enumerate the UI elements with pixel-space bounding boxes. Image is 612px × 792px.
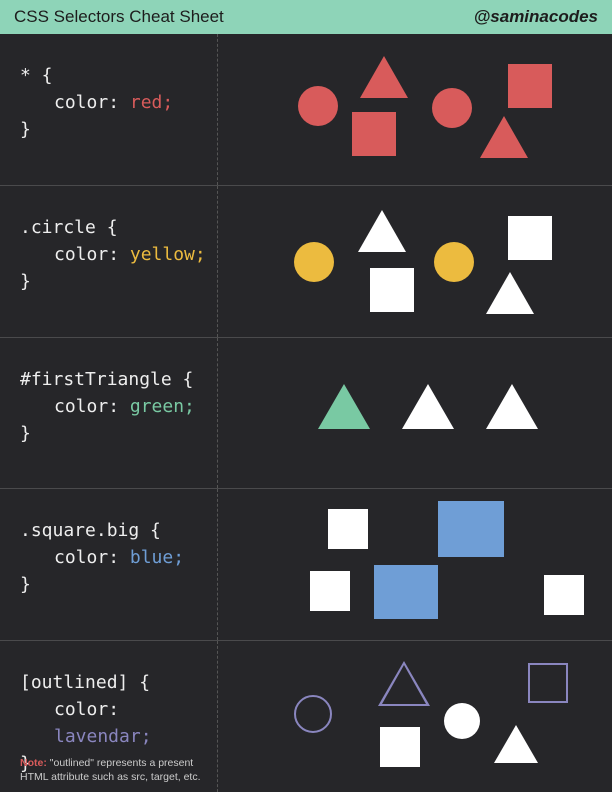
triangle-outlined-icon: [378, 661, 430, 706]
note-label: Note:: [20, 757, 47, 769]
code-universal: * { color: red; }: [0, 34, 218, 185]
prop: color: [54, 92, 108, 113]
square-icon: [380, 727, 420, 767]
row-universal: * { color: red; }: [0, 34, 612, 185]
close-brace: }: [20, 574, 31, 595]
shapes-class: [218, 186, 612, 337]
header: CSS Selectors Cheat Sheet @saminacodes: [0, 0, 612, 34]
square-icon: [508, 216, 552, 260]
selector-line: .circle {: [20, 217, 118, 238]
triangle-icon: [358, 210, 406, 252]
row-class: .circle { color: yellow; }: [0, 185, 612, 337]
square-icon: [544, 575, 584, 615]
value: blue;: [130, 547, 184, 568]
triangle-icon: [486, 384, 538, 429]
code-compound: .square.big { color: blue; }: [0, 489, 218, 640]
row-id: #firstTriangle { color: green; }: [0, 337, 612, 489]
circle-icon: [298, 86, 338, 126]
code-id: #firstTriangle { color: green; }: [0, 338, 218, 489]
author-handle: @saminacodes: [474, 7, 598, 27]
triangle-icon: [486, 272, 534, 314]
circle-outlined-icon: [294, 695, 332, 733]
selector-line: * {: [20, 65, 53, 86]
page-title: CSS Selectors Cheat Sheet: [14, 7, 224, 27]
value: lavendar;: [54, 726, 152, 747]
shapes-compound: [218, 489, 612, 640]
circle-icon: [294, 242, 334, 282]
note: Note: "outlined" represents a present HT…: [20, 756, 205, 784]
triangle-icon: [494, 725, 538, 763]
shapes-id: [218, 338, 612, 489]
shapes-attribute: [218, 641, 612, 792]
square-icon: [352, 112, 396, 156]
square-big-icon: [438, 501, 504, 557]
shapes-universal: [218, 34, 612, 185]
square-icon: [508, 64, 552, 108]
square-icon: [370, 268, 414, 312]
triangle-icon: [360, 56, 408, 98]
close-brace: }: [20, 271, 31, 292]
square-big-icon: [374, 565, 438, 619]
code-class: .circle { color: yellow; }: [0, 186, 218, 337]
row-compound: .square.big { color: blue; }: [0, 488, 612, 640]
row-attribute: [outlined] { color: lavendar; } Note: "o…: [0, 640, 612, 792]
prop: color: [54, 699, 108, 720]
prop: color: [54, 396, 108, 417]
circle-icon: [444, 703, 480, 739]
prop: color: [54, 244, 108, 265]
square-icon: [328, 509, 368, 549]
triangle-icon: [318, 384, 370, 429]
circle-icon: [434, 242, 474, 282]
close-brace: }: [20, 119, 31, 140]
selector-line: [outlined] {: [20, 672, 150, 693]
note-text: "outlined" represents a present HTML att…: [20, 757, 201, 783]
square-outlined-icon: [528, 663, 568, 703]
value: red;: [130, 92, 173, 113]
selector-line: #firstTriangle {: [20, 369, 193, 390]
value: green;: [130, 396, 195, 417]
circle-icon: [432, 88, 472, 128]
rows-container: * { color: red; } .circle { color: yello…: [0, 34, 612, 792]
code-attribute: [outlined] { color: lavendar; } Note: "o…: [0, 641, 218, 792]
triangle-icon: [402, 384, 454, 429]
triangle-icon: [480, 116, 528, 158]
close-brace: }: [20, 423, 31, 444]
selector-line: .square.big {: [20, 520, 161, 541]
value: yellow;: [130, 244, 206, 265]
square-icon: [310, 571, 350, 611]
prop: color: [54, 547, 108, 568]
